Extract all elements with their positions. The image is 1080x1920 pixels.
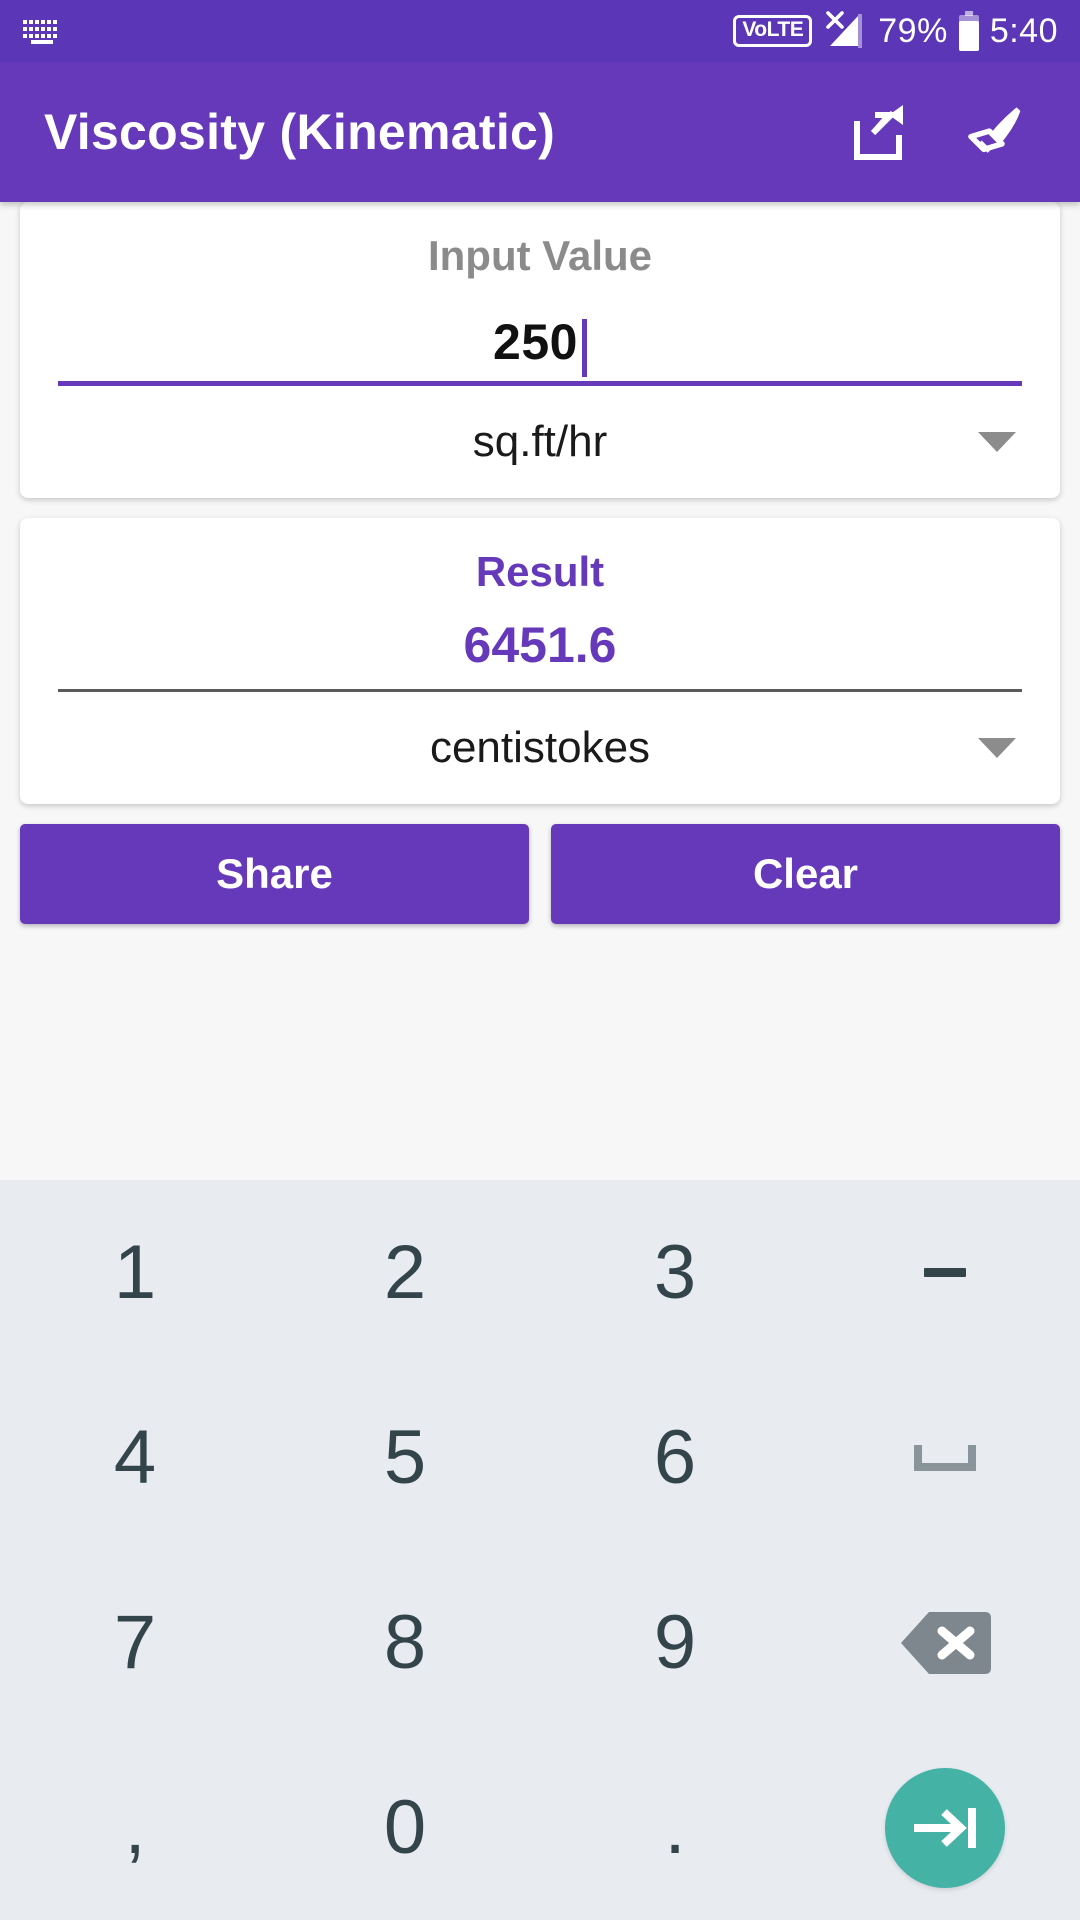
input-card: Input Value 250 sq.ft/hr	[20, 202, 1060, 498]
share-icon[interactable]	[848, 100, 912, 164]
clear-button[interactable]: Clear	[551, 824, 1060, 924]
battery-icon	[958, 11, 980, 51]
page-title: Viscosity (Kinematic)	[44, 104, 556, 160]
main-content: Input Value 250 sq.ft/hr Result 6451.6 c…	[0, 202, 1080, 924]
input-field-row[interactable]: 250	[58, 304, 1022, 386]
key-minus[interactable]	[810, 1180, 1080, 1365]
result-label: Result	[475, 548, 605, 595]
signal-no-service-icon	[822, 10, 868, 52]
chevron-down-icon	[978, 738, 1016, 758]
volte-icon: VoLTE	[733, 15, 813, 47]
result-unit-label: centistokes	[429, 723, 651, 772]
clock: 5:40	[989, 11, 1058, 50]
key-label: 4	[113, 1414, 157, 1500]
key-label: 6	[653, 1414, 697, 1500]
action-button-row: Share Clear	[20, 824, 1060, 924]
minus-icon	[924, 1268, 966, 1277]
backspace-icon	[899, 1610, 991, 1676]
text-caret	[581, 319, 587, 377]
key-label: 1	[113, 1229, 157, 1315]
chevron-down-icon	[978, 432, 1016, 452]
battery-percent: 79%	[878, 11, 948, 50]
key-backspace[interactable]	[810, 1550, 1080, 1735]
key-label: .	[664, 1784, 686, 1870]
key-4[interactable]: 4	[0, 1365, 270, 1550]
keyboard-row: 4 5 6	[0, 1365, 1080, 1550]
key-2[interactable]: 2	[270, 1180, 540, 1365]
app-bar-actions	[848, 100, 1046, 164]
numeric-keyboard: 1 2 3 4 5 6 7 8 9, 0.	[0, 1180, 1080, 1920]
keyboard-icon	[22, 18, 62, 44]
input-value-label: Input Value	[427, 232, 653, 279]
key-label: 3	[653, 1229, 697, 1315]
input-unit-label: sq.ft/hr	[472, 417, 608, 466]
input-value-text[interactable]: 250	[493, 313, 578, 371]
keyboard-row: , 0.	[0, 1735, 1080, 1920]
keyboard-row: 1 2 3	[0, 1180, 1080, 1365]
key-3[interactable]: 3	[540, 1180, 810, 1365]
input-unit-dropdown[interactable]: sq.ft/hr	[58, 386, 1022, 498]
key-7[interactable]: 7	[0, 1550, 270, 1735]
result-value-text: 6451.6	[463, 617, 617, 673]
key-comma[interactable]: ,	[0, 1735, 270, 1920]
enter-next-button[interactable]	[885, 1767, 1005, 1888]
key-9[interactable]: 9	[540, 1550, 810, 1735]
app-bar: Viscosity (Kinematic)	[0, 62, 1080, 202]
status-bar: VoLTE 79% 5:40	[0, 0, 1080, 62]
result-card: Result 6451.6 centistokes	[20, 518, 1060, 804]
space-icon	[914, 1444, 976, 1471]
key-label: 0	[383, 1784, 427, 1870]
key-8[interactable]: 8	[270, 1550, 540, 1735]
key-period[interactable]: .	[540, 1735, 810, 1920]
key-label: ,	[124, 1784, 146, 1870]
key-label: 5	[383, 1414, 427, 1500]
share-button[interactable]: Share	[20, 824, 529, 924]
app-root: VoLTE 79% 5:40 Viscosity (Kinematic) Inp…	[0, 0, 1080, 1920]
key-label: 7	[113, 1599, 157, 1685]
key-enter[interactable]	[810, 1735, 1080, 1920]
result-value-row: 6451.6	[58, 616, 1022, 692]
key-1[interactable]: 1	[0, 1180, 270, 1365]
key-space[interactable]	[810, 1365, 1080, 1550]
key-6[interactable]: 6	[540, 1365, 810, 1550]
key-0[interactable]: 0	[270, 1735, 540, 1920]
key-label: 8	[383, 1599, 427, 1685]
key-label: 9	[653, 1599, 697, 1685]
broom-icon[interactable]	[960, 100, 1024, 164]
result-unit-dropdown[interactable]: centistokes	[58, 692, 1022, 804]
status-bar-left	[22, 18, 62, 44]
keyboard-row: 7 8 9	[0, 1550, 1080, 1735]
status-bar-right: VoLTE 79% 5:40	[733, 10, 1058, 52]
key-label: 2	[383, 1229, 427, 1315]
key-5[interactable]: 5	[270, 1365, 540, 1550]
